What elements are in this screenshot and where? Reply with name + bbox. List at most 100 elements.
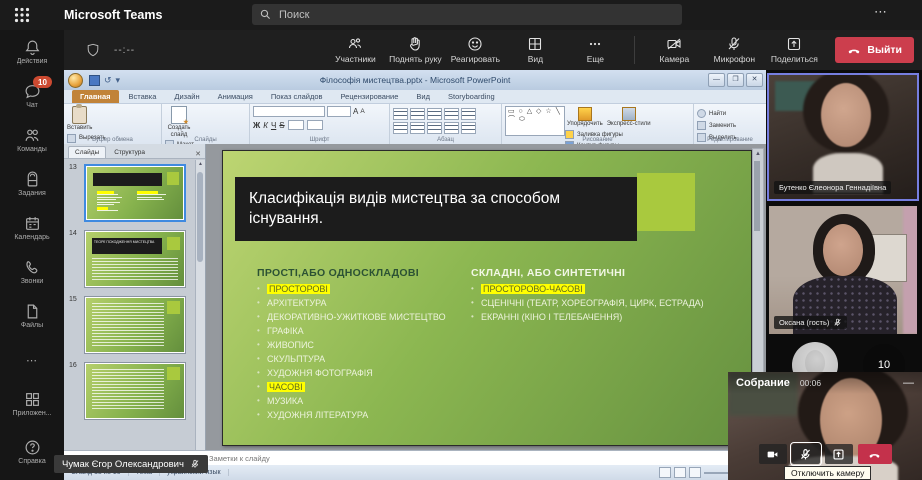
clipboard-group: Вставить Вырезать Копировать Формат по о… <box>64 104 162 165</box>
columns-button[interactable] <box>461 122 476 134</box>
slideshow-view-button[interactable] <box>689 467 701 478</box>
italic-button[interactable]: К <box>263 121 268 130</box>
mini-share-button[interactable] <box>824 444 853 464</box>
smiley-icon <box>468 37 482 51</box>
tab-storyboarding[interactable]: Storyboarding <box>440 90 503 103</box>
app-launcher-waffle-icon[interactable] <box>14 7 30 23</box>
slide-thumbnail-15[interactable]: 15 <box>69 296 186 354</box>
slide-thumbnail-16[interactable]: 16 <box>69 362 186 420</box>
align-right-button[interactable] <box>427 122 442 134</box>
panel-tab-slides[interactable]: Слайды <box>68 146 107 158</box>
tab-view[interactable]: Вид <box>408 90 438 103</box>
raise-hand-button[interactable]: Поднять руку <box>386 31 444 69</box>
close-button[interactable]: ✕ <box>746 73 763 87</box>
highlight-color-button[interactable] <box>306 120 323 130</box>
mini-mic-button[interactable] <box>789 442 822 466</box>
sidebar-item-assignments[interactable]: Задания <box>0 162 64 206</box>
slide-thumbnail-14[interactable]: 14 ТЕОРІЇ ПОХОДЖЕННЯ МИСТЕЦТВА <box>69 230 186 288</box>
video-tile-butenko[interactable]: Бутенко Єлеонора Геннадіївна <box>767 73 919 201</box>
qat-dropdown-icon[interactable]: ▾ <box>116 75 121 86</box>
panel-close-icon[interactable]: ✕ <box>195 150 201 158</box>
bold-button[interactable]: Ж <box>253 121 260 130</box>
find-button[interactable]: Найти <box>697 109 763 118</box>
sidebar-item-apps[interactable]: Приложен... <box>0 382 64 426</box>
participant-nameplate: Оксана (гость) <box>774 316 848 329</box>
arrange-button[interactable]: Упорядочить <box>567 107 603 127</box>
shrink-font-button[interactable]: А <box>360 108 364 115</box>
restore-button[interactable]: ❐ <box>727 73 744 87</box>
numbering-button[interactable] <box>410 108 425 120</box>
normal-view-button[interactable] <box>659 467 671 478</box>
participants-button[interactable]: Участники <box>326 31 384 69</box>
office-button[interactable] <box>68 72 83 88</box>
tab-design[interactable]: Дизайн <box>166 90 207 103</box>
tab-home[interactable]: Главная <box>72 90 119 103</box>
tab-insert[interactable]: Вставка <box>121 90 165 103</box>
shield-icon[interactable] <box>86 43 100 57</box>
quick-styles-button[interactable]: Экспресс-стили <box>607 107 651 127</box>
sidebar-item-chat[interactable]: 10 Чат <box>0 74 64 118</box>
indent-increase-button[interactable] <box>444 108 459 120</box>
more-actions-button[interactable]: Еще <box>566 31 624 69</box>
react-button[interactable]: Реагировать <box>446 31 504 69</box>
search-box[interactable] <box>252 4 682 25</box>
slide-thumbnail-13[interactable]: 13 <box>69 164 186 222</box>
strikethrough-button[interactable]: S <box>279 121 284 130</box>
shapes-gallery[interactable]: ▭ ○ △ ◇ ☆ ╲ ⌒ ⬭ <box>505 106 565 136</box>
video-tile-oksana[interactable]: Оксана (гость) <box>769 206 917 334</box>
quick-styles-icon <box>621 107 636 121</box>
sidebar-item-more[interactable]: ⋯ <box>0 338 64 382</box>
sidebar-item-teams[interactable]: Команды <box>0 118 64 162</box>
sidebar-item-calendar[interactable]: Календарь <box>0 206 64 250</box>
sidebar-item-files[interactable]: Файлы <box>0 294 64 338</box>
line-spacing-button[interactable] <box>461 108 476 120</box>
align-left-button[interactable] <box>393 122 408 134</box>
sorter-view-button[interactable] <box>674 467 686 478</box>
replace-button[interactable]: Заменить <box>697 121 763 130</box>
sidebar-item-calls[interactable]: Звонки <box>0 250 64 294</box>
align-center-button[interactable] <box>410 122 425 134</box>
bullets-button[interactable] <box>393 108 408 120</box>
mini-meeting-window[interactable]: Собрание 00:06 — Отключить камеру <box>728 372 922 480</box>
view-button[interactable]: Вид <box>506 31 564 69</box>
calendar-icon <box>25 217 39 230</box>
mic-off-icon <box>728 37 740 50</box>
paste-button[interactable]: Вставить <box>67 104 92 132</box>
share-icon <box>788 37 801 51</box>
camera-button[interactable]: Камера <box>645 31 703 69</box>
editing-group: Найти Заменить Выделить Редактирование <box>694 104 766 144</box>
indent-decrease-button[interactable] <box>427 108 442 120</box>
slide-accent-square <box>637 173 695 231</box>
save-button[interactable] <box>89 74 100 86</box>
sidebar-item-activity[interactable]: Действия <box>0 30 64 74</box>
hangup-icon <box>849 49 860 54</box>
share-button[interactable]: Поделиться <box>765 31 823 69</box>
minimize-icon[interactable]: — <box>903 377 914 389</box>
font-name-select[interactable] <box>253 106 325 117</box>
justify-button[interactable] <box>444 122 459 134</box>
teams-top-bar: Microsoft Teams ⋯ <box>0 0 922 30</box>
meeting-timer: --:-- <box>114 44 136 56</box>
font-size-select[interactable] <box>327 106 351 117</box>
search-input[interactable] <box>277 7 674 22</box>
participants-icon <box>349 38 362 49</box>
undo-button[interactable]: ↺ <box>104 75 112 86</box>
tab-slideshow[interactable]: Показ слайдов <box>263 90 331 103</box>
mic-button[interactable]: Микрофон <box>705 31 763 69</box>
mini-hangup-button[interactable] <box>857 444 892 464</box>
leave-button[interactable]: Выйти <box>835 37 914 63</box>
minimize-button[interactable]: — <box>708 73 725 87</box>
grow-font-button[interactable]: А <box>353 107 358 116</box>
font-color-button[interactable] <box>287 120 304 130</box>
underline-button[interactable]: Ч <box>271 121 276 130</box>
tab-review[interactable]: Рецензирование <box>332 90 406 103</box>
current-slide[interactable]: Класифікація видів мистецтва за способом… <box>222 150 752 446</box>
mini-camera-button[interactable] <box>758 444 787 464</box>
new-slide-button[interactable]: Создать слайд <box>165 106 193 138</box>
arrange-icon <box>577 107 592 121</box>
topbar-more-icon[interactable]: ⋯ <box>874 4 888 20</box>
thumbnail-scrollbar[interactable]: ▲ <box>195 160 205 450</box>
panel-tab-outline[interactable]: Структура <box>108 147 151 158</box>
tab-animation[interactable]: Анимация <box>210 90 261 103</box>
hangup-icon <box>869 453 880 458</box>
